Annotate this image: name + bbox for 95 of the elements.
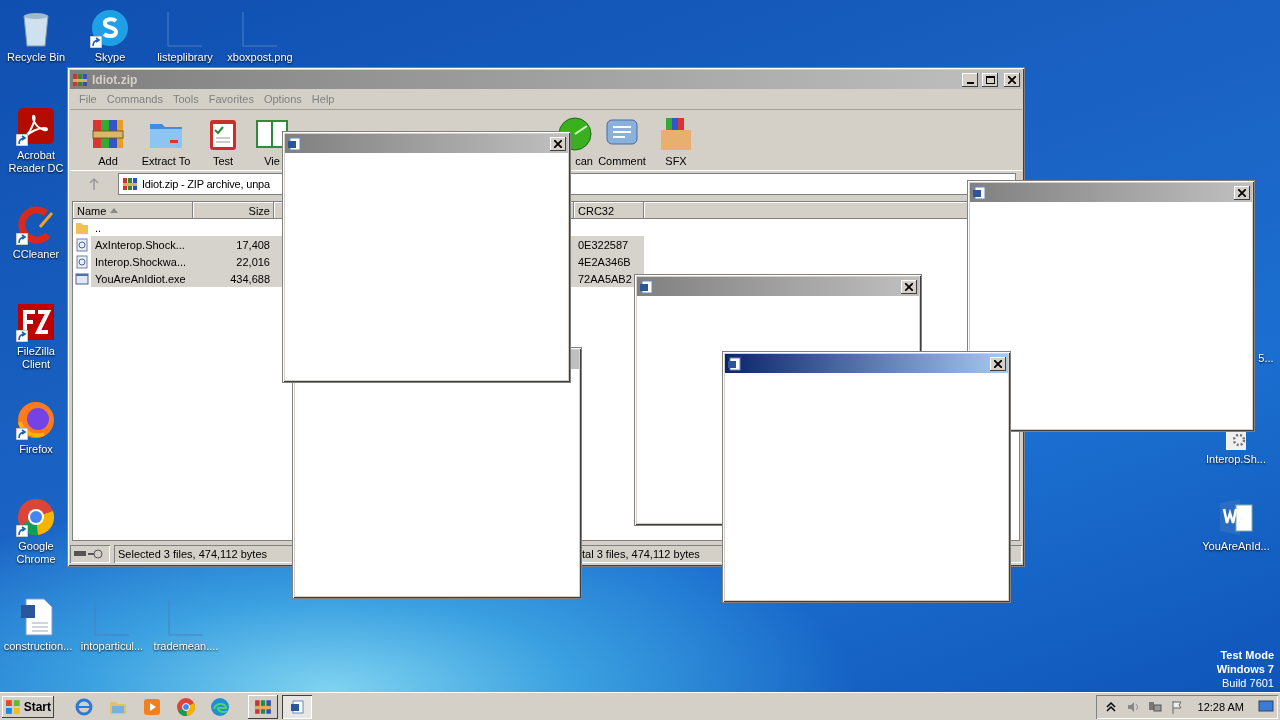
toolbar-button[interactable]: Add — [80, 116, 136, 167]
status-text: tal 3 files, 474,112 bytes — [582, 548, 700, 560]
file-size: 22,016 — [235, 255, 271, 268]
desktop-icon-label[interactable]: YouAreAnId... — [1198, 540, 1274, 553]
minimize-icon — [966, 81, 974, 84]
column-header[interactable]: Size — [193, 202, 274, 219]
status-text: Selected 3 files, 474,112 bytes — [114, 545, 294, 563]
desktop-icon-label[interactable]: Skype — [75, 51, 145, 64]
close-icon — [1238, 188, 1246, 197]
folder-icon — [75, 220, 89, 235]
document-icon — [287, 136, 301, 151]
desktop-icon-label[interactable]: Recycle Bin — [1, 51, 71, 64]
desktop-icon-label[interactable]: Acrobat Reader DC — [3, 149, 69, 175]
quick-launch-button[interactable] — [142, 696, 162, 717]
network-icon — [1147, 699, 1162, 714]
monitor-icon — [1258, 699, 1274, 714]
file-crc: 4E2A346B — [577, 255, 632, 268]
clock[interactable]: 12:28 AM — [1197, 700, 1244, 713]
sort-ascending-icon — [110, 208, 119, 213]
window-title: Idiot.zip — [92, 72, 139, 87]
maximize-button[interactable] — [982, 72, 998, 87]
quick-launch-button[interactable] — [176, 696, 196, 717]
file-crc: 72AA5AB2 — [577, 272, 633, 285]
document-icon — [639, 279, 653, 294]
file-name: Interop.Shockwa... — [94, 255, 188, 268]
ccleaner-icon — [16, 205, 56, 245]
internet-explorer-icon — [74, 696, 94, 717]
pdf-icon — [16, 106, 56, 146]
box-icon — [658, 116, 694, 152]
desktop-icon-label[interactable]: 5... — [1254, 352, 1278, 365]
media-player-icon — [142, 696, 162, 717]
file-size: 434,688 — [229, 272, 271, 285]
shortcut-arrow-icon — [16, 330, 28, 342]
file-size: 17,408 — [235, 238, 271, 251]
toolbar-button[interactable]: Extract To — [136, 116, 196, 167]
desktop-icon-label[interactable]: Google Chrome — [3, 540, 69, 566]
shortcut-arrow-icon — [16, 134, 28, 146]
desktop-icon-label[interactable]: listeplibrary — [150, 51, 220, 64]
arrow-up-icon — [89, 178, 99, 190]
close-button[interactable] — [1234, 185, 1250, 200]
drive-key-icon — [74, 549, 104, 559]
start-button[interactable]: Start — [2, 695, 54, 718]
application-icon — [75, 271, 89, 286]
desktop-icon-label[interactable]: CCleaner — [3, 248, 69, 261]
close-button[interactable] — [990, 356, 1006, 371]
shortcut-arrow-icon — [16, 428, 28, 440]
skype-icon — [90, 8, 130, 48]
system-watermark-text: Windows 7 — [1216, 662, 1274, 676]
gear-document-icon — [75, 254, 89, 269]
file-name: .. — [94, 221, 103, 234]
chrome-icon — [176, 696, 196, 717]
toolbar-button[interactable]: Comment — [595, 116, 649, 167]
toolbar-button[interactable]: SFX — [649, 116, 703, 167]
file-crc: 0E322587 — [577, 238, 630, 251]
toolbar-button[interactable]: Test — [196, 116, 250, 167]
desktop-icon-label[interactable]: FileZilla Client — [3, 345, 69, 371]
windows-logo-icon — [5, 698, 21, 715]
desktop-icon-label[interactable]: Interop.Sh... — [1199, 453, 1273, 466]
taskbar-button[interactable] — [248, 694, 278, 719]
system-watermark-text: Test Mode — [1220, 648, 1274, 662]
filezilla-icon — [16, 302, 56, 342]
quick-launch-button[interactable] — [210, 696, 230, 717]
maximize-icon — [985, 75, 995, 84]
shortcut-arrow-icon — [16, 233, 28, 245]
archive-icon — [254, 697, 272, 716]
close-icon — [994, 359, 1002, 368]
show-desktop-button[interactable] — [1258, 699, 1274, 714]
minimize-button[interactable] — [962, 72, 978, 87]
shortcut-arrow-icon — [16, 525, 28, 537]
flag-icon — [1169, 699, 1184, 714]
file-name: YouAreAnIdiot.exe — [94, 272, 187, 285]
file-name: AxInterop.Shock... — [94, 238, 186, 251]
archive-icon — [72, 71, 88, 88]
desktop-icon-label[interactable]: Firefox — [3, 443, 69, 456]
close-button[interactable] — [901, 279, 917, 294]
desktop-icon-label[interactable]: xboxpost.png — [225, 51, 295, 64]
firefox-icon — [16, 400, 56, 440]
chrome-icon — [16, 497, 56, 537]
gear-document-icon — [75, 237, 89, 252]
shortcut-arrow-icon — [90, 36, 102, 48]
column-header[interactable]: Name — [73, 202, 193, 219]
system-watermark-text: Build 7601 — [1222, 676, 1274, 690]
document-icon — [972, 185, 986, 200]
column-header[interactable]: CRC32 — [574, 202, 644, 219]
archive-icon — [122, 176, 138, 192]
taskbar-button[interactable] — [282, 694, 312, 719]
close-button[interactable] — [550, 136, 566, 151]
close-icon — [905, 282, 913, 291]
close-icon — [554, 139, 562, 148]
close-icon — [1008, 75, 1016, 84]
document-icon — [290, 699, 304, 714]
edge-icon — [210, 696, 230, 717]
quick-launch-button[interactable] — [74, 696, 94, 717]
close-button[interactable] — [1004, 72, 1020, 87]
document-icon — [727, 356, 741, 371]
